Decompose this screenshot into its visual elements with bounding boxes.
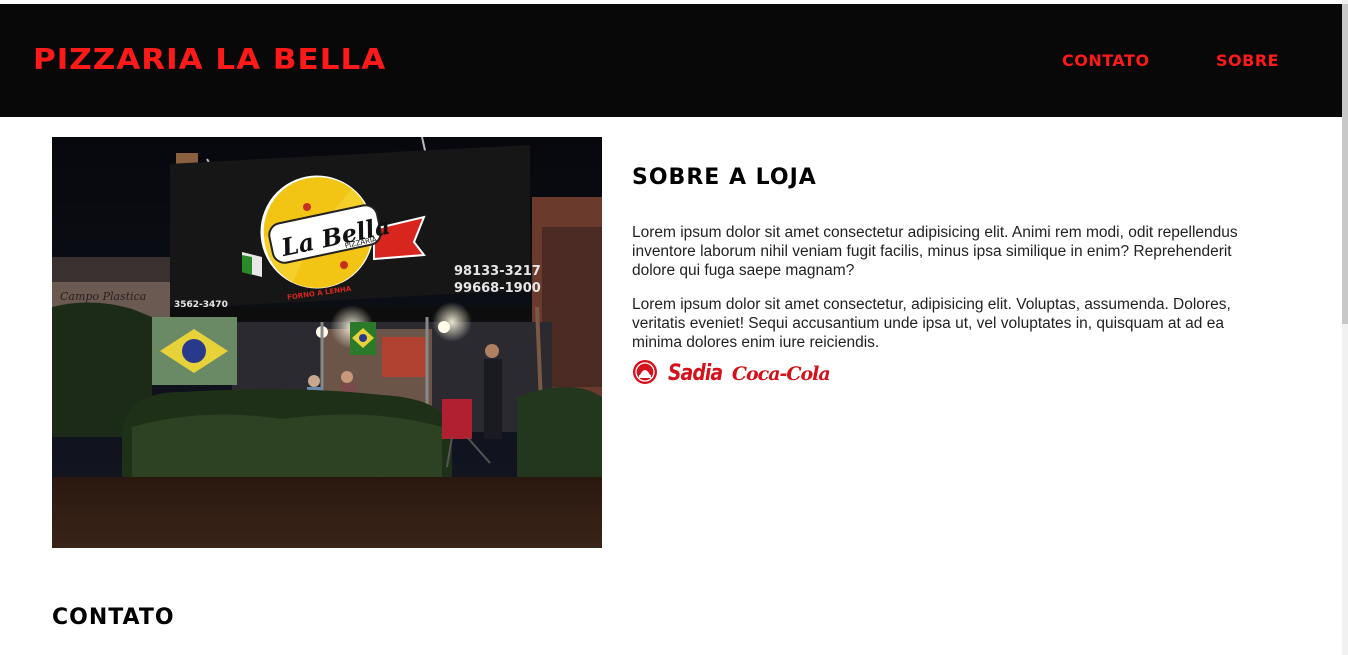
perdigao-logo-icon	[632, 359, 658, 390]
phone-1-text: 98133-3217	[454, 264, 541, 279]
scrollbar-thumb[interactable]	[1342, 4, 1348, 324]
svg-text:Campo Plastica: Campo Plastica	[60, 290, 146, 303]
phone-2-text: 99668-1900	[454, 281, 541, 296]
nav-link-contato[interactable]: CONTATO	[1062, 51, 1150, 71]
site-brand[interactable]: PIZZARIA LA BELLA	[33, 42, 386, 79]
about-title: SOBRE A LOJA	[632, 165, 817, 190]
sadia-logo: Sadia	[668, 361, 723, 386]
site-header: PIZZARIA LA BELLA CONTATO SOBRE	[0, 4, 1342, 117]
about-paragraph-1: Lorem ipsum dolor sit amet consectetur a…	[632, 224, 1238, 279]
coca-cola-logo: Coca-Cola	[731, 363, 831, 385]
about-section: SOBRE A LOJA Lorem ipsum dolor sit amet …	[632, 160, 1272, 388]
partner-logos: Sadia Coca-Cola	[632, 359, 1272, 390]
contato-title: CONTATO	[52, 605, 175, 630]
phone-3-text: 3562-3470	[174, 300, 228, 310]
about-paragraph-2: Lorem ipsum dolor sit amet consectetur, …	[632, 296, 1231, 351]
store-photo: Campo Plastica La Bella PIZZARIA FORNO A…	[52, 137, 602, 548]
page-scrollbar[interactable]	[1342, 0, 1348, 655]
nav-link-sobre[interactable]: SOBRE	[1216, 51, 1279, 71]
